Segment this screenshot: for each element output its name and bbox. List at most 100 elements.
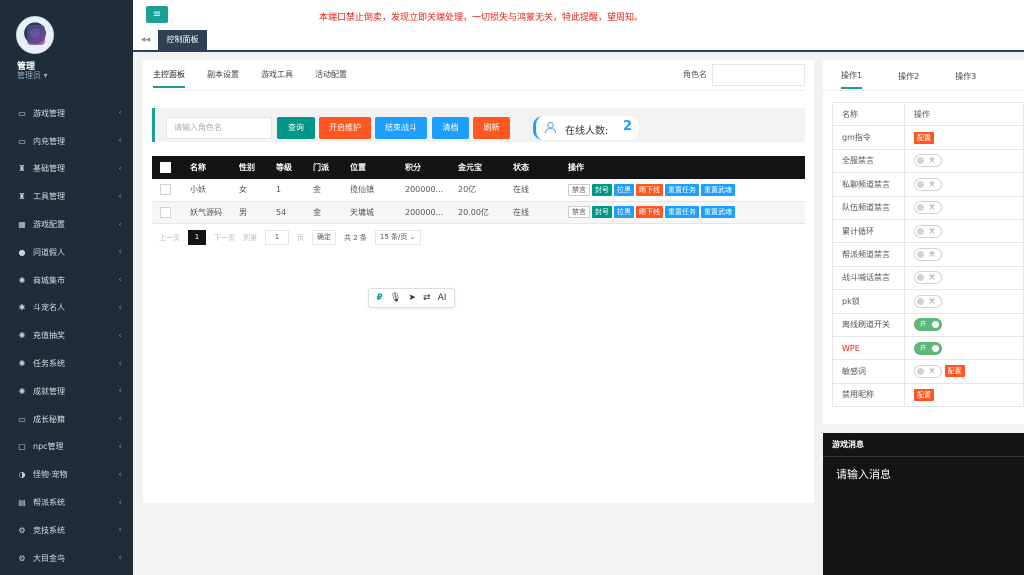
sidebar-item[interactable]: ▭ 成长秘籍 ‹ xyxy=(0,406,133,434)
menu-toggle-icon[interactable]: ≡ xyxy=(146,6,168,23)
menu-icon: ⚙ xyxy=(18,553,26,563)
toggle-switch[interactable]: 关 xyxy=(914,294,942,308)
tab-op2[interactable]: 操作2 xyxy=(898,63,919,88)
op-control: 关 xyxy=(904,172,1024,197)
sidebar-item[interactable]: ♜ 工具管理 ‹ xyxy=(0,183,133,211)
toggle-switch[interactable]: 关 xyxy=(914,271,942,285)
toggle-switch[interactable]: 关 xyxy=(914,154,942,168)
sidebar-item[interactable]: ▭ 内充管理 ‹ xyxy=(0,128,133,156)
sidebar-item-label: 任务系统 xyxy=(33,359,65,369)
sidebar-item[interactable]: ◑ 怪物·宠物 ‹ xyxy=(0,461,133,489)
message-input[interactable]: 请输入消息 xyxy=(823,457,1024,491)
sidebar-item-label: 游戏配置 xyxy=(33,220,65,230)
send-icon[interactable]: ➤ xyxy=(408,293,416,303)
subtab-main[interactable]: 主控面板 xyxy=(153,69,185,88)
ban-button[interactable]: 封号 xyxy=(592,183,612,196)
sidebar-item[interactable]: ⚙ 大目金鸟 ‹ xyxy=(0,545,133,573)
sidebar-item[interactable]: ● 问道假人 ‹ xyxy=(0,239,133,267)
table-header-row: 名称 操作 xyxy=(832,101,1024,127)
goto-confirm-button[interactable]: 确定 xyxy=(312,230,336,245)
floating-toolbar: ₽ 🎙 ➤ ⇄ AI xyxy=(368,288,455,308)
config-button[interactable]: 配置 xyxy=(944,365,965,378)
maintenance-button[interactable]: 开启维护 xyxy=(319,117,371,139)
toggle-switch[interactable]: 关 xyxy=(914,177,942,191)
reset-weapon-button[interactable]: 重置武魂 xyxy=(701,206,735,218)
subtab-events[interactable]: 活动配置 xyxy=(315,69,347,88)
sidebar-item[interactable]: ▭ 游戏管理 ‹ xyxy=(0,100,133,128)
sidebar-item-label: 商城集市 xyxy=(33,275,65,285)
kick-button[interactable]: 踢下线 xyxy=(636,206,663,218)
pull-button[interactable]: 拉黑 xyxy=(614,183,634,196)
col-sect: 门派 xyxy=(305,156,342,179)
toggle-switch[interactable]: 开 xyxy=(914,318,942,332)
sidebar-item-label: 竞技系统 xyxy=(33,525,65,535)
profile: 管理 管理员 ▾ xyxy=(0,0,133,92)
tab-op1[interactable]: 操作1 xyxy=(841,62,863,89)
query-button[interactable]: 查询 xyxy=(277,117,315,139)
sidebar-item[interactable]: ✺ 成就管理 ‹ xyxy=(0,378,133,406)
toggle-switch[interactable]: 关 xyxy=(914,248,942,262)
select-all-checkbox[interactable] xyxy=(160,162,171,173)
swap-icon[interactable]: ⇄ xyxy=(423,293,431,303)
right-tabs: 操作1 操作2 操作3 xyxy=(831,60,986,90)
user-role-dropdown[interactable]: 管理员 ▾ xyxy=(17,70,48,81)
sidebar-item[interactable]: ✺ 商城集市 ‹ xyxy=(0,267,133,295)
sidebar-item[interactable]: ▢ npc管理 ‹ xyxy=(0,434,133,462)
table-row: 敏感词关 配置 xyxy=(832,359,1024,384)
reset-task-button[interactable]: 重置任务 xyxy=(665,183,699,196)
ban-button[interactable]: 封号 xyxy=(592,206,612,218)
toggle-switch[interactable]: 关 xyxy=(914,224,942,238)
search-input[interactable]: 请输入角色名 xyxy=(166,117,272,139)
right-panel: 操作1 操作2 操作3 名称 操作 gm指令 配置 全服禁言关私聊频道禁言关队伍频道… xyxy=(823,60,1024,424)
tab-control-panel[interactable]: 控制面板 xyxy=(158,30,207,50)
top-bar: ≡ 本端口禁止倒卖，发现立即关端处理，一切损失与鸿蒙无关，特此提醒，望周知。 xyxy=(133,0,1024,30)
op-control: 开 xyxy=(904,335,1024,361)
mute-button[interactable]: 禁言 xyxy=(568,183,590,196)
per-page-select[interactable]: 15 条/页 ⌄ xyxy=(374,230,421,245)
prev-page-button[interactable]: 上一页 xyxy=(159,233,180,243)
avatar[interactable] xyxy=(16,16,54,54)
row-checkbox[interactable] xyxy=(160,184,171,196)
toggle-switch[interactable]: 关 xyxy=(914,364,942,378)
toggle-switch[interactable]: 开 xyxy=(914,341,942,355)
sidebar-item[interactable]: ⚙ 竞技系统 ‹ xyxy=(0,517,133,545)
pull-button[interactable]: 拉黑 xyxy=(614,206,634,218)
sidebar-item[interactable]: ✺ 充值抽奖 ‹ xyxy=(0,322,133,350)
row-checkbox[interactable] xyxy=(160,206,171,218)
sidebar-item-label: 怪物·宠物 xyxy=(33,470,68,480)
end-battle-button[interactable]: 结束战斗 xyxy=(375,117,427,139)
chevron-left-icon: ‹ xyxy=(118,330,122,341)
table-row: 全服禁言关 xyxy=(832,148,1024,174)
sidebar-item[interactable]: ✱ 斗宠名人 ‹ xyxy=(0,295,133,323)
refresh-button[interactable]: 刷新 xyxy=(473,117,510,139)
pagination: 上一页 1 下一页 到第 1 页 确定 共 2 条 15 条/页 ⌄ xyxy=(159,230,429,245)
cell-level: 1 xyxy=(268,179,305,202)
ai-icon[interactable]: AI xyxy=(438,293,447,303)
clear-data-button[interactable]: 清档 xyxy=(432,117,469,139)
reset-task-button[interactable]: 重置任务 xyxy=(665,206,699,218)
goto-page-input[interactable]: 1 xyxy=(265,230,289,245)
sidebar-item[interactable]: ▦ 游戏配置 ‹ xyxy=(0,211,133,239)
mute-button[interactable]: 禁言 xyxy=(568,206,590,218)
sidebar-item[interactable]: ✺ 任务系统 ‹ xyxy=(0,350,133,378)
current-page[interactable]: 1 xyxy=(188,230,206,245)
sidebar-item[interactable]: ♜ 基础管理 ‹ xyxy=(0,156,133,184)
table-row: 队伍频道禁言关 xyxy=(832,195,1024,220)
notice-text: 本端口禁止倒卖，发现立即关端处理，一切损失与鸿蒙无关，特此提醒，望周知。 xyxy=(319,13,644,23)
subtab-dungeon[interactable]: 副本设置 xyxy=(207,69,239,88)
microphone-icon[interactable]: 🎙 xyxy=(390,293,401,303)
config-button[interactable]: 配置 xyxy=(914,131,934,144)
reset-weapon-button[interactable]: 重置武魂 xyxy=(701,183,735,196)
sidebar-item[interactable]: ▤ 帮派系统 ‹ xyxy=(0,489,133,517)
tab-back-icon[interactable]: ◂◂ xyxy=(141,35,150,45)
kick-button[interactable]: 踢下线 xyxy=(636,183,663,196)
table-row: 离线刷道开关开 xyxy=(832,312,1024,337)
op-name: 敏感词 xyxy=(832,359,905,384)
role-name-input[interactable] xyxy=(712,64,805,86)
config-button[interactable]: 配置 xyxy=(914,388,934,401)
subtab-tools[interactable]: 游戏工具 xyxy=(261,69,293,88)
tab-op3[interactable]: 操作3 xyxy=(955,63,976,88)
next-page-button[interactable]: 下一页 xyxy=(214,233,235,243)
toggle-switch[interactable]: 关 xyxy=(914,201,942,215)
translate-icon[interactable]: ₽ xyxy=(377,293,383,303)
